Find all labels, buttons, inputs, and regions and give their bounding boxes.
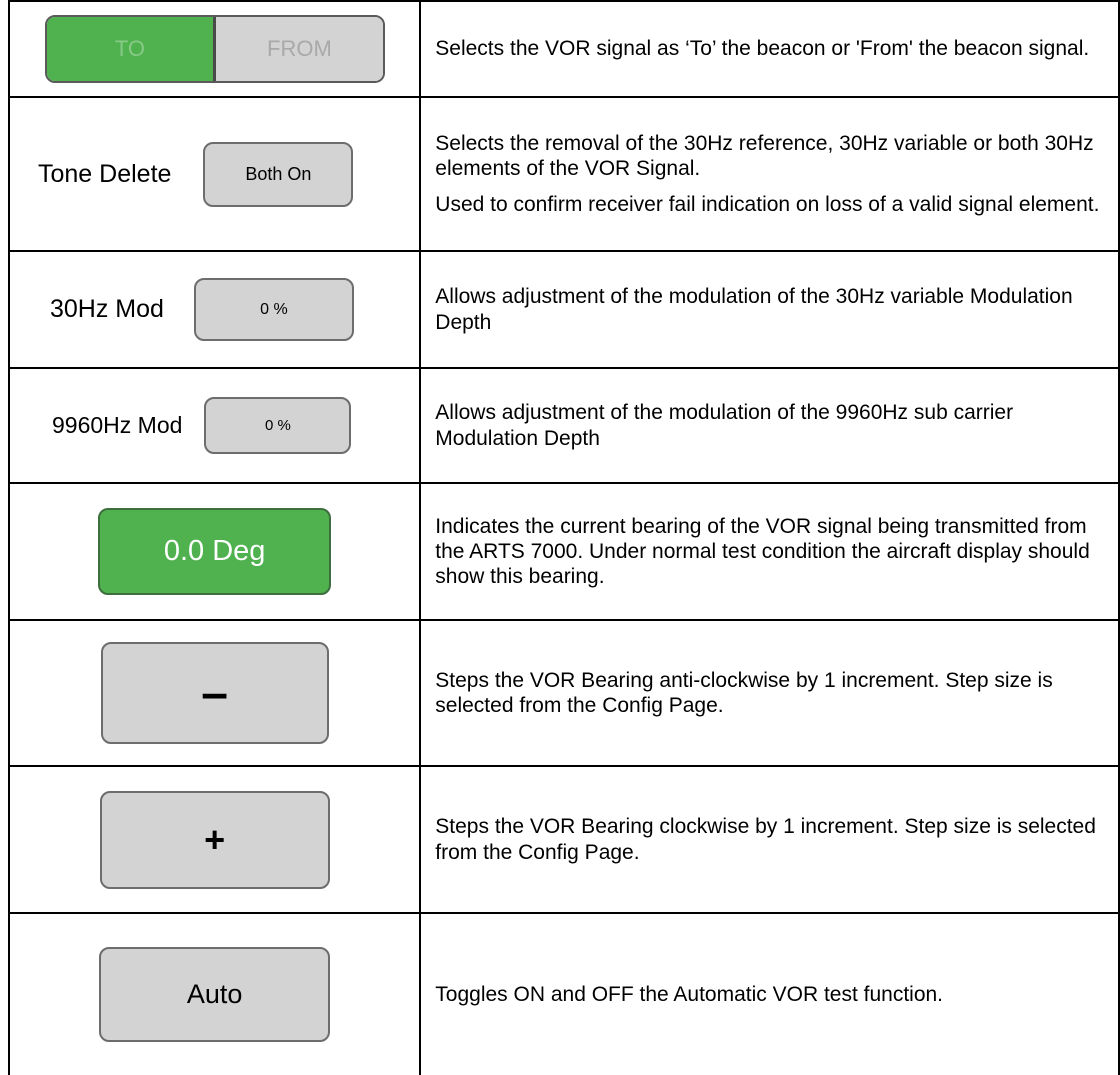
description-cell: Steps the VOR Bearing clockwise by 1 inc… (419, 765, 1120, 914)
to-button[interactable]: TO (46, 17, 214, 81)
control-cell: Auto (7, 912, 422, 1075)
description-text: Used to confirm receiver fail indication… (435, 192, 1100, 216)
bearing-increment-button[interactable]: + (99, 790, 330, 889)
description-cell: Steps the VOR Bearing anti-clockwise by … (419, 619, 1120, 767)
table-row: TO FROM Selects the VOR signal as ‘To’ t… (7, 0, 1120, 98)
description-cell: Selects the VOR signal as ‘To’ the beaco… (419, 0, 1120, 98)
description-text: Allows adjustment of the modulation of t… (435, 285, 1073, 334)
bearing-display-button[interactable]: 0.0 Deg (98, 508, 332, 595)
control-cell: 30Hz Mod 0 % (7, 250, 422, 369)
30hz-mod-label: 30Hz Mod (50, 295, 164, 323)
to-from-toggle[interactable]: TO FROM (44, 15, 385, 83)
30hz-mod-button[interactable]: 0 % (193, 278, 354, 341)
from-button[interactable]: FROM (213, 17, 383, 81)
description-cell: Indicates the current bearing of the VOR… (419, 482, 1120, 621)
9960hz-mod-button[interactable]: 0 % (204, 397, 352, 454)
description-cell: Allows adjustment of the modulation of t… (419, 367, 1120, 484)
description-text: Allows adjustment of the modulation of t… (435, 401, 1014, 450)
table-row: Auto Toggles ON and OFF the Automatic VO… (7, 912, 1120, 1075)
description-text: Indicates the current bearing of the VOR… (435, 514, 1090, 589)
table-row: 0.0 Deg Indicates the current bearing of… (7, 482, 1120, 621)
control-cell: Tone Delete Both On (7, 96, 422, 252)
table-row: 30Hz Mod 0 % Allows adjustment of the mo… (7, 250, 1120, 369)
description-cell: Allows adjustment of the modulation of t… (419, 250, 1120, 369)
tone-delete-button[interactable]: Both On (203, 141, 354, 207)
control-cell: 9960Hz Mod 0 % (7, 367, 422, 484)
tone-delete-label: Tone Delete (38, 159, 172, 188)
description-text: Selects the VOR signal as ‘To’ the beaco… (435, 37, 1090, 61)
control-cell: 0.0 Deg (7, 482, 422, 621)
table-row: – Steps the VOR Bearing anti-clockwise b… (7, 619, 1120, 767)
9960hz-mod-label: 9960Hz Mod (52, 412, 183, 438)
description-text: Toggles ON and OFF the Automatic VOR tes… (435, 982, 944, 1006)
bearing-decrement-button[interactable]: – (100, 642, 329, 744)
table-row: 9960Hz Mod 0 % Allows adjustment of the … (7, 367, 1120, 484)
description-text: Steps the VOR Bearing clockwise by 1 inc… (435, 815, 1096, 864)
control-cell: – (7, 619, 422, 767)
auto-test-button[interactable]: Auto (99, 947, 331, 1042)
control-cell: TO FROM (7, 0, 422, 98)
controls-description-table: TO FROM Selects the VOR signal as ‘To’ t… (7, 0, 1120, 1075)
table-row: + Steps the VOR Bearing clockwise by 1 i… (7, 765, 1120, 914)
description-text: Selects the removal of the 30Hz referenc… (435, 132, 1094, 181)
description-text: Steps the VOR Bearing anti-clockwise by … (435, 668, 1053, 717)
description-cell: Toggles ON and OFF the Automatic VOR tes… (419, 912, 1120, 1075)
control-cell: + (7, 765, 422, 914)
table-row: Tone Delete Both On Selects the removal … (7, 96, 1120, 252)
description-cell: Selects the removal of the 30Hz referenc… (419, 96, 1120, 252)
